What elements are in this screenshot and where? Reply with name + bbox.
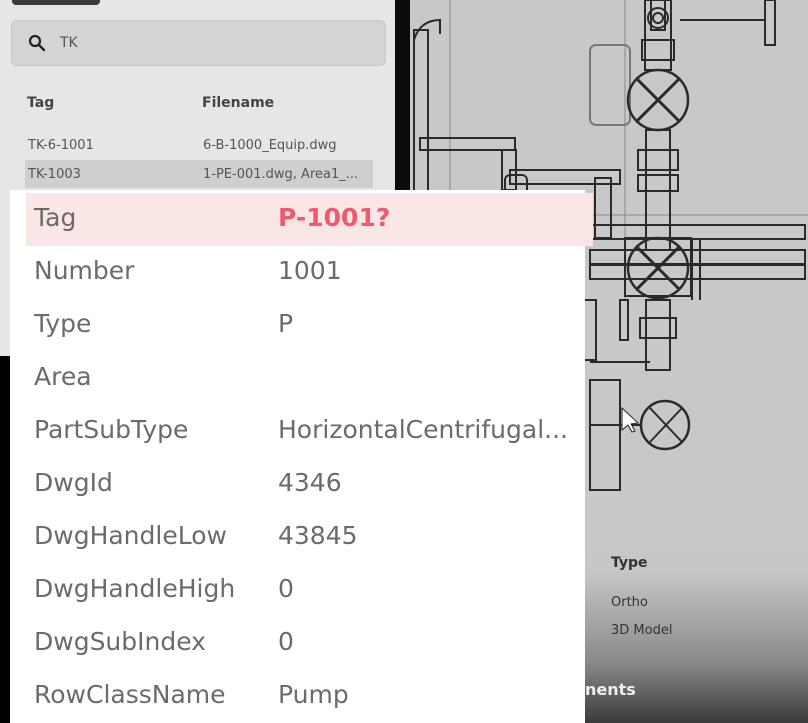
document-type-item[interactable]: 3D Model [611, 623, 672, 638]
property-value: 0 [278, 627, 294, 656]
result-tag: TK-6-1001 [28, 138, 94, 153]
property-key: Number [34, 256, 135, 285]
property-value: HorizontalCentrifugal... [278, 415, 568, 444]
search-query: TK [60, 35, 78, 51]
property-key: RowClassName [34, 680, 226, 709]
property-value: P [278, 309, 294, 338]
panel-tab-strip[interactable] [12, 0, 100, 5]
property-key: DwgHandleLow [34, 521, 227, 550]
column-header-filename[interactable]: Filename [202, 95, 274, 111]
property-key: Type [34, 309, 92, 338]
property-key: Tag [34, 203, 77, 232]
documents-type-header[interactable]: Type [611, 555, 648, 571]
result-tag: TK-1003 [28, 167, 81, 182]
property-row-tag[interactable]: Tag P-1001? [26, 193, 593, 246]
result-row-selected[interactable]: TK-1003 1-PE-001.dwg, Area1_... [25, 160, 373, 188]
property-value: 43845 [278, 521, 358, 550]
result-row[interactable]: TK-6-1001 6-B-1000_Equip.dwg [0, 131, 395, 159]
column-header-tag[interactable]: Tag [27, 95, 54, 111]
document-type-item[interactable]: Ortho [611, 595, 648, 610]
search-icon [28, 34, 46, 52]
property-row-number[interactable]: Number 1001 [10, 246, 585, 299]
property-value: 4346 [278, 468, 342, 497]
property-row-dwgid[interactable]: DwgId 4346 [10, 458, 585, 511]
property-row-dwgsubindex[interactable]: DwgSubIndex 0 [10, 617, 585, 670]
property-value: 0 [278, 574, 294, 603]
properties-panel: Tag P-1001? Number 1001 Type P Area Part… [10, 190, 593, 723]
property-row-type[interactable]: Type P [10, 299, 585, 352]
documents-section-label: nents [585, 680, 636, 699]
property-key: DwgSubIndex [34, 627, 206, 656]
property-row-partsubtype[interactable]: PartSubType HorizontalCentrifugal... [10, 405, 585, 458]
property-key: Area [34, 362, 92, 391]
property-row-dwghandlelow[interactable]: DwgHandleLow 43845 [10, 511, 585, 564]
property-key: PartSubType [34, 415, 189, 444]
property-value: 1001 [278, 256, 342, 285]
property-row-dwghandlehigh[interactable]: DwgHandleHigh 0 [10, 564, 585, 617]
property-key: DwgHandleHigh [34, 574, 236, 603]
search-input[interactable]: TK [11, 20, 386, 66]
property-row-rowclassname[interactable]: RowClassName Pump [10, 670, 585, 723]
property-row-area[interactable]: Area [10, 352, 585, 405]
result-filename: 1-PE-001.dwg, Area1_... [203, 167, 359, 182]
result-filename: 6-B-1000_Equip.dwg [203, 138, 337, 153]
property-key: DwgId [34, 468, 113, 497]
property-value: Pump [278, 680, 349, 709]
property-value: P-1001? [278, 203, 391, 232]
